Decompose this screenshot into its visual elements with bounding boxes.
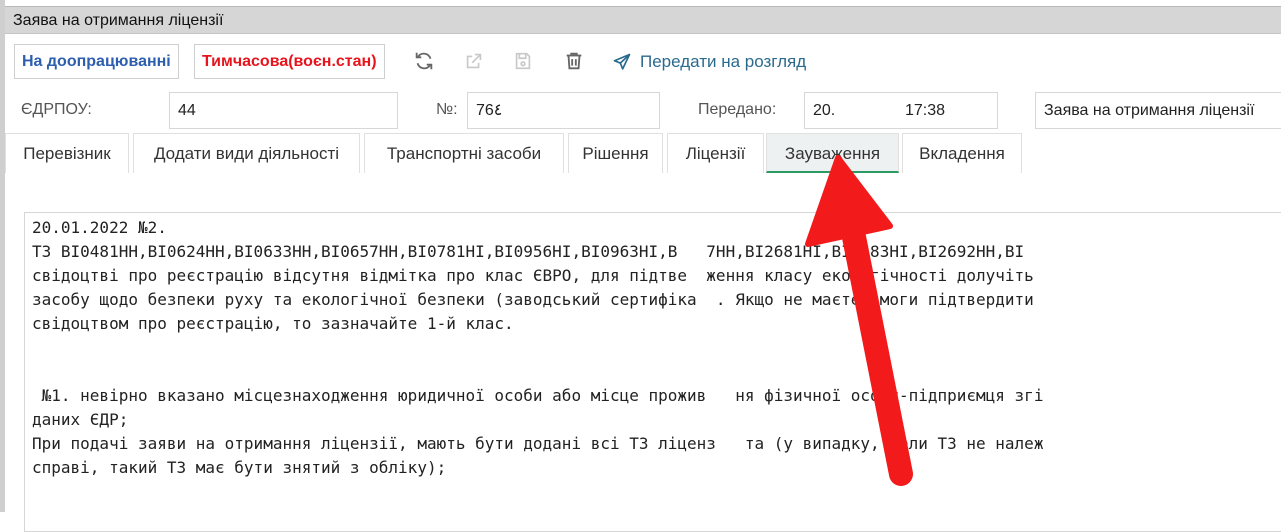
tab-decisions[interactable]: Рішення bbox=[568, 133, 663, 173]
tab-bar: Перевізник Додати види діяльності Трансп… bbox=[5, 133, 1281, 173]
remarks-text: 20.01.2022 №2. ТЗ BI0481HH,BI0624HH,BI06… bbox=[25, 213, 1281, 480]
tab-carrier[interactable]: Перевізник bbox=[5, 133, 129, 173]
license-type-button[interactable]: Тимчасова(воєн.стан) bbox=[194, 44, 385, 79]
send-for-review-label: Передати на розгляд bbox=[640, 52, 807, 71]
status-button[interactable]: На доопрацюванні bbox=[14, 44, 179, 79]
tab-attachments[interactable]: Вкладення bbox=[902, 133, 1022, 173]
remarks-line: 20.01.2022 №2. bbox=[32, 218, 167, 237]
tab-vehicles[interactable]: Транспортні засоби bbox=[364, 133, 564, 173]
edrpou-input[interactable]: 44 bbox=[169, 92, 398, 129]
sent-time: 17:38 bbox=[905, 102, 946, 119]
tab-remarks[interactable]: Зауваження bbox=[766, 133, 899, 173]
external-link-icon bbox=[466, 53, 482, 69]
number-label: №: bbox=[436, 101, 458, 118]
refresh-icon[interactable] bbox=[413, 50, 435, 72]
window-title: Заява на отримання ліцензії bbox=[13, 12, 224, 29]
trash-icon[interactable] bbox=[563, 50, 585, 72]
edrpou-label: ЄДРПОУ: bbox=[21, 101, 92, 118]
remarks-line: свідоцтвом про реєстрацію, то зазначайте… bbox=[32, 314, 514, 333]
sent-datetime-input[interactable]: 20. 17:38 bbox=[804, 92, 998, 129]
tab-licenses[interactable]: Ліцензії bbox=[667, 133, 764, 173]
sent-label: Передано: bbox=[698, 101, 777, 118]
save-icon bbox=[515, 52, 531, 70]
remarks-textarea[interactable]: 20.01.2022 №2. ТЗ BI0481HH,BI0624HH,BI06… bbox=[24, 212, 1281, 532]
remarks-line: №1. невірно вказано місцезнаходження юри… bbox=[32, 386, 1044, 405]
send-for-review-button[interactable]: Передати на розгляд bbox=[612, 50, 806, 74]
remarks-line: даних ЄДР; bbox=[32, 410, 129, 429]
send-icon bbox=[613, 53, 631, 70]
document-type-select[interactable]: Заява на отримання ліцензії bbox=[1035, 92, 1281, 129]
number-input[interactable]: 76٤ bbox=[467, 92, 660, 129]
remarks-line: засобу щодо безпеки руху та екологічної … bbox=[32, 290, 1034, 309]
sent-date: 20. bbox=[813, 102, 836, 119]
remarks-line: ТЗ BI0481HH,BI0624HH,BI0633HH,BI0657HH,B… bbox=[32, 242, 1025, 261]
left-border bbox=[0, 0, 5, 512]
remarks-line: свідоцтві про реєстрацію відсутня відміт… bbox=[32, 266, 1034, 285]
remarks-line: справі, такий ТЗ має бути знятий з облік… bbox=[32, 458, 447, 477]
tab-add-activity-types[interactable]: Додати види діяльності bbox=[133, 133, 360, 173]
window-titlebar: Заява на отримання ліцензії bbox=[5, 6, 1281, 34]
remarks-line: При подачі заяви на отримання ліцензії, … bbox=[32, 434, 1044, 453]
